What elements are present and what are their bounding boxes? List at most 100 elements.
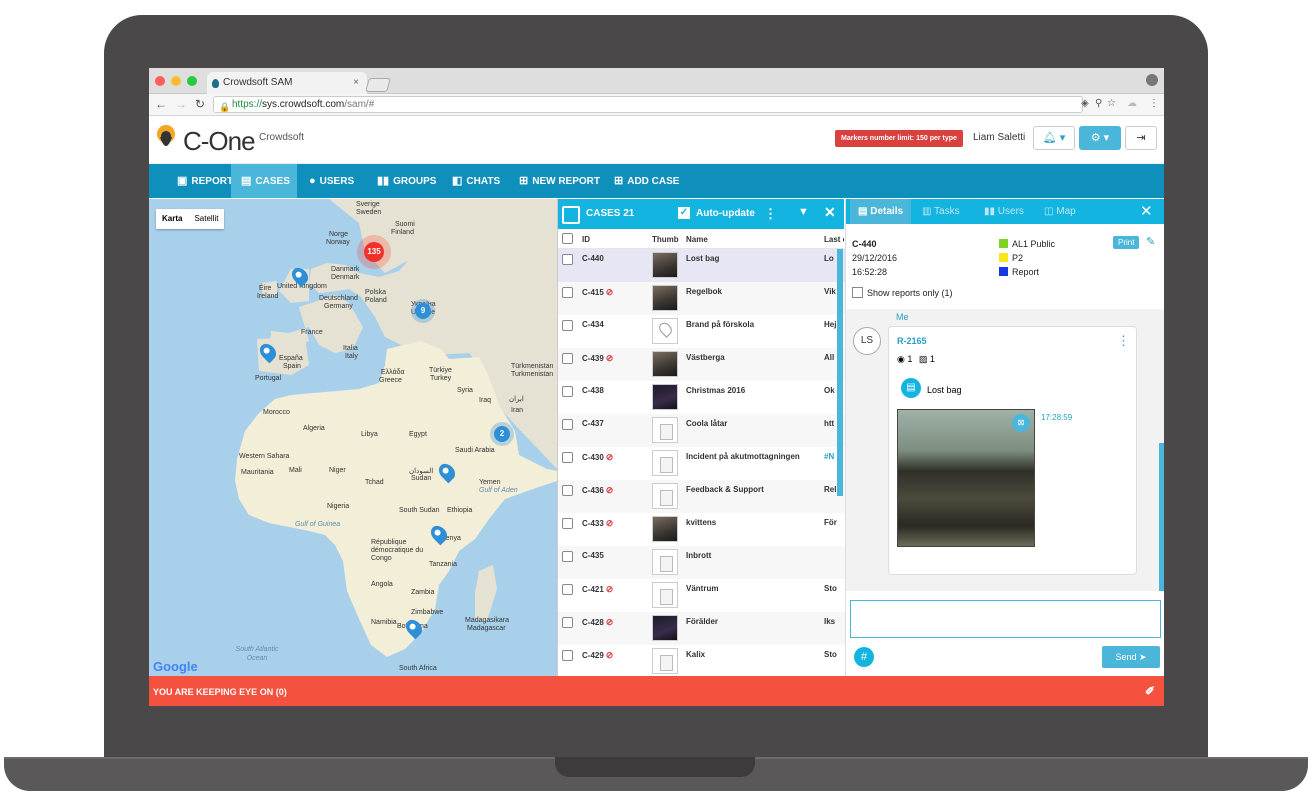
browser-tab[interactable]: Crowdsoft SAM × <box>207 72 367 94</box>
cases-scrollbar[interactable] <box>837 249 843 496</box>
tab-tasks[interactable]: ▥ Tasks <box>922 199 960 224</box>
send-button[interactable]: Send ➤ <box>1102 646 1160 668</box>
case-thumbnail[interactable] <box>652 285 678 311</box>
more-icon[interactable]: ⋮ <box>764 206 777 222</box>
case-thumbnail[interactable] <box>652 648 678 674</box>
close-window-icon[interactable] <box>155 76 165 86</box>
report-id[interactable]: R-2165 <box>897 336 927 346</box>
case-name[interactable]: Kalix <box>686 650 705 659</box>
user-name[interactable]: Liam Saletti <box>973 132 1025 143</box>
case-id[interactable]: C-421 ⊘ <box>582 584 613 595</box>
case-name[interactable]: Förälder <box>686 617 718 626</box>
new-tab-button[interactable] <box>365 78 391 92</box>
forward-icon[interactable]: → <box>175 97 187 111</box>
case-name[interactable]: Regelbok <box>686 287 722 296</box>
col-name[interactable]: Name <box>686 235 708 244</box>
case-name[interactable]: Feedback & Support <box>686 485 764 494</box>
col-id[interactable]: ID <box>582 235 590 244</box>
case-id[interactable]: C-435 <box>582 551 604 560</box>
case-name[interactable]: Väntrum <box>686 584 718 593</box>
case-id[interactable]: C-429 ⊘ <box>582 650 613 661</box>
case-id[interactable]: C-434 <box>582 320 604 329</box>
case-checkbox[interactable] <box>562 353 573 364</box>
case-checkbox[interactable] <box>562 419 573 430</box>
case-row[interactable]: C-439 ⊘ Västberga All <box>558 348 845 381</box>
case-checkbox[interactable] <box>562 320 573 331</box>
more-icon[interactable]: ⋮ <box>1117 333 1130 349</box>
case-id[interactable]: C-428 ⊘ <box>582 617 613 628</box>
marker-cluster[interactable]: 135 <box>357 235 391 269</box>
case-id[interactable]: C-440 <box>582 254 604 263</box>
report-photo[interactable]: ⊠ <box>897 409 1035 547</box>
case-name[interactable]: Christmas 2016 <box>686 386 745 395</box>
case-thumbnail[interactable] <box>652 384 678 410</box>
nav-users[interactable]: ● USERS <box>309 164 369 198</box>
case-thumbnail[interactable] <box>652 417 678 443</box>
case-thumbnail[interactable] <box>652 549 678 575</box>
col-thumb[interactable]: Thumb <box>652 235 679 244</box>
case-id[interactable]: C-438 <box>582 386 604 395</box>
extension-icon[interactable]: ☁ <box>1127 98 1137 109</box>
case-thumbnail[interactable] <box>652 450 678 476</box>
case-thumbnail[interactable] <box>652 252 678 278</box>
nav-add-case[interactable]: ⊞ ADD CASE <box>614 164 686 198</box>
case-id[interactable]: C-437 <box>582 419 604 428</box>
map-type-map[interactable]: Karta <box>156 209 188 229</box>
case-name[interactable]: Incident på akutmottagningen <box>686 452 800 461</box>
feed-scrollbar[interactable] <box>1159 443 1164 591</box>
profile-icon[interactable] <box>1146 74 1158 86</box>
close-icon[interactable]: ✕ <box>1140 202 1153 220</box>
case-checkbox[interactable] <box>562 518 573 529</box>
case-name[interactable]: Lost bag <box>686 254 719 263</box>
case-checkbox[interactable] <box>562 617 573 628</box>
address-bar[interactable]: 🔒 https://sys.crowdsoft.com/sam/# <box>213 96 1083 113</box>
maximize-window-icon[interactable] <box>187 76 197 86</box>
case-row[interactable]: C-438 Christmas 2016 Ok <box>558 381 845 414</box>
col-last[interactable]: Last c <box>824 235 844 244</box>
show-reports-checkbox[interactable] <box>852 287 863 298</box>
marker-cluster[interactable]: 2 <box>490 422 514 446</box>
case-checkbox[interactable] <box>562 551 573 562</box>
case-row[interactable]: C-430 ⊘ Incident på akutmottagningen #N <box>558 447 845 480</box>
case-checkbox[interactable] <box>562 254 573 265</box>
case-name[interactable]: kvittens <box>686 518 716 527</box>
case-thumbnail[interactable] <box>652 351 678 377</box>
case-thumbnail[interactable] <box>652 516 678 542</box>
minimize-window-icon[interactable] <box>171 76 181 86</box>
nav-new-report[interactable]: ⊞ NEW REPORT <box>519 164 605 198</box>
case-checkbox[interactable] <box>562 584 573 595</box>
map-view[interactable]: Karta Satellit Sverige Sweden Suomi Finl… <box>149 199 557 676</box>
location-icon[interactable]: ◈ <box>1081 98 1089 109</box>
select-all-checkbox[interactable] <box>562 233 573 244</box>
auto-update-label[interactable]: Auto-update <box>696 208 755 219</box>
case-name[interactable]: Inbrott <box>686 551 711 560</box>
case-thumbnail[interactable] <box>652 318 678 344</box>
back-icon[interactable]: ← <box>155 97 167 111</box>
case-thumbnail[interactable] <box>652 483 678 509</box>
hashtag-button[interactable]: # <box>854 647 874 667</box>
clear-brush-icon[interactable]: ✐ <box>1145 684 1155 698</box>
case-thumbnail[interactable] <box>652 582 678 608</box>
case-row[interactable]: C-436 ⊘ Feedback & Support Rel <box>558 480 845 513</box>
case-checkbox[interactable] <box>562 485 573 496</box>
report-card[interactable]: R-2165 ⋮ ◉ 1 ▨ 1 ▤ Lost bag ⊠ 17:28:59 <box>888 326 1137 575</box>
show-reports-only[interactable]: Show reports only (1) <box>852 287 953 298</box>
case-row[interactable]: C-433 ⊘ kvittens För <box>558 513 845 546</box>
case-row[interactable]: C-440 Lost bag Lo <box>558 249 845 282</box>
marker-cluster[interactable]: 9 <box>411 299 435 323</box>
case-id[interactable]: C-430 ⊘ <box>582 452 613 463</box>
case-id[interactable]: C-433 ⊘ <box>582 518 613 529</box>
case-checkbox[interactable] <box>562 650 573 661</box>
case-row[interactable]: C-415 ⊘ Regelbok Vik <box>558 282 845 315</box>
tab-close-icon[interactable]: × <box>353 72 359 94</box>
case-row[interactable]: C-437 Coola låtar htt <box>558 414 845 447</box>
message-input[interactable] <box>850 600 1161 638</box>
filter-icon[interactable]: ▼ <box>798 206 809 218</box>
nav-reports[interactable]: ▣ REPORTS <box>161 164 240 198</box>
case-name[interactable]: Coola låtar <box>686 419 727 428</box>
case-name[interactable]: Västberga <box>686 353 725 362</box>
logout-button[interactable]: ⇥ <box>1125 126 1157 150</box>
case-row[interactable]: C-421 ⊘ Väntrum Sto <box>558 579 845 612</box>
case-checkbox[interactable] <box>562 452 573 463</box>
close-icon[interactable]: ✕ <box>824 204 836 221</box>
